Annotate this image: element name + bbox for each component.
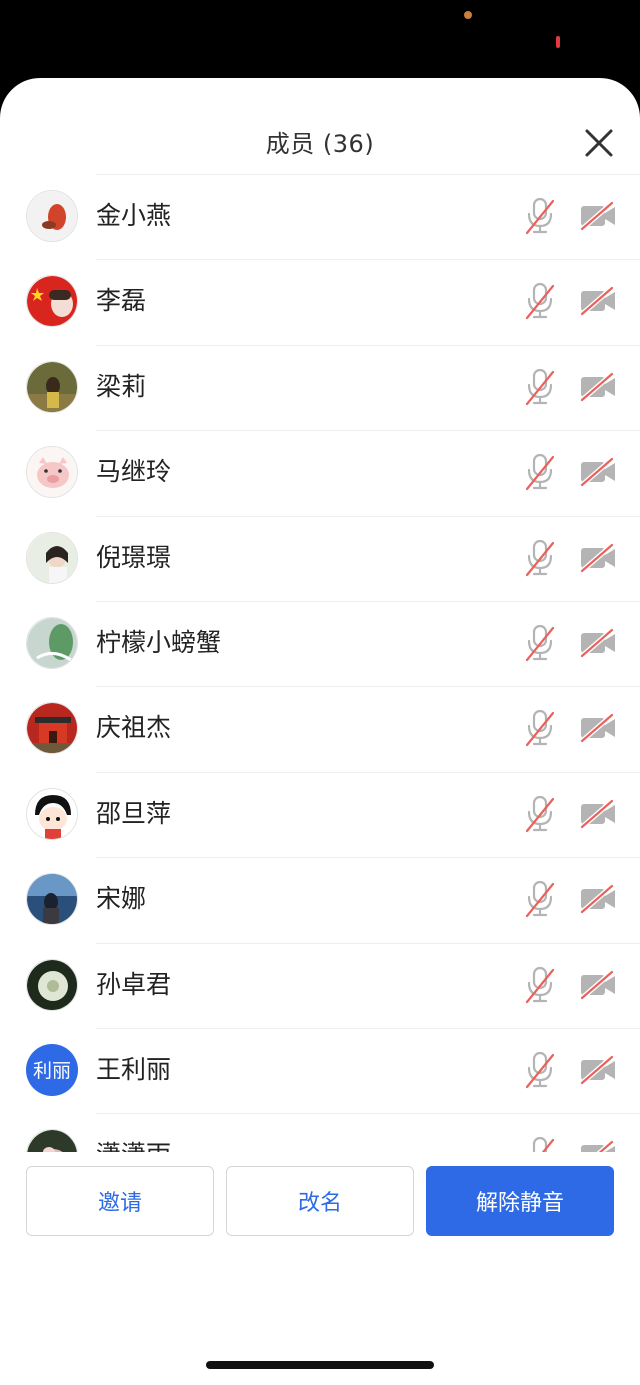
member-name: 孙卓君 bbox=[96, 969, 172, 999]
member-name: 王利丽 bbox=[96, 1054, 172, 1084]
camera-off-svg bbox=[579, 883, 615, 915]
member-row[interactable]: 梁莉 bbox=[0, 344, 640, 430]
mic-muted-svg bbox=[525, 454, 555, 491]
avatar[interactable] bbox=[26, 702, 78, 755]
avatar[interactable] bbox=[26, 190, 78, 242]
mic-muted-svg bbox=[525, 881, 555, 918]
camera-off-svg bbox=[579, 627, 615, 659]
close-button[interactable] bbox=[578, 122, 620, 164]
member-row[interactable]: 柠檬小螃蟹 bbox=[0, 600, 640, 686]
member-row[interactable]: 邵旦萍 bbox=[0, 771, 640, 857]
mic-muted-icon[interactable] bbox=[524, 368, 556, 406]
mic-muted-svg bbox=[525, 368, 555, 405]
invite-button[interactable]: 邀请 bbox=[26, 1166, 214, 1236]
mic-muted-icon[interactable] bbox=[524, 282, 556, 320]
camera-off-svg bbox=[579, 798, 615, 830]
member-row[interactable]: 宋娜 bbox=[0, 857, 640, 942]
mic-muted-svg bbox=[525, 197, 555, 235]
camera-off-svg bbox=[579, 969, 615, 1001]
camera-off-icon[interactable] bbox=[578, 284, 618, 318]
member-row[interactable]: 金小燕 bbox=[0, 174, 640, 259]
member-name: 柠檬小螃蟹 bbox=[96, 627, 222, 657]
sheet-header: 成员 (36) bbox=[0, 78, 640, 174]
camera-off-icon[interactable] bbox=[578, 199, 618, 233]
mic-muted-svg bbox=[525, 710, 555, 747]
camera-off-icon[interactable] bbox=[578, 797, 618, 831]
camera-off-icon[interactable] bbox=[578, 1053, 618, 1087]
mic-muted-icon[interactable] bbox=[524, 539, 556, 577]
close-icon bbox=[585, 129, 613, 157]
camera-off-svg bbox=[579, 712, 615, 744]
avatar[interactable] bbox=[26, 531, 78, 584]
mic-muted-svg bbox=[525, 966, 555, 1003]
home-indicator bbox=[206, 1361, 434, 1369]
member-row[interactable]: 孙卓君 bbox=[0, 942, 640, 1028]
member-name: 倪璟璟 bbox=[96, 542, 172, 572]
camera-off-svg bbox=[579, 542, 615, 574]
camera-off-icon[interactable] bbox=[578, 541, 618, 575]
member-name: 李磊 bbox=[96, 286, 147, 316]
avatar[interactable] bbox=[26, 787, 78, 840]
avatar[interactable] bbox=[26, 873, 78, 926]
mic-muted-svg bbox=[525, 795, 555, 832]
member-row[interactable]: 李磊 bbox=[0, 259, 640, 344]
avatar[interactable]: 利丽 bbox=[26, 1043, 78, 1096]
camera-off-svg bbox=[579, 371, 615, 403]
member-name: 邵旦萍 bbox=[96, 798, 172, 828]
avatar[interactable] bbox=[26, 360, 78, 413]
mic-muted-svg bbox=[525, 539, 555, 576]
avatar[interactable] bbox=[26, 958, 78, 1011]
camera-off-icon[interactable] bbox=[578, 711, 618, 745]
member-row[interactable]: 庆祖杰 bbox=[0, 686, 640, 771]
camera-off-icon[interactable] bbox=[578, 455, 618, 489]
member-row[interactable]: 马继玲 bbox=[0, 430, 640, 515]
camera-off-svg bbox=[579, 200, 615, 232]
member-name: 庆祖杰 bbox=[96, 713, 172, 743]
mic-muted-icon[interactable] bbox=[524, 197, 556, 235]
mic-muted-icon[interactable] bbox=[524, 1051, 556, 1089]
camera-indicator-dot bbox=[464, 11, 472, 19]
recording-indicator bbox=[556, 36, 560, 48]
mic-muted-svg bbox=[525, 624, 555, 662]
camera-off-icon[interactable] bbox=[578, 370, 618, 404]
camera-off-svg bbox=[579, 285, 615, 317]
camera-off-svg bbox=[579, 456, 615, 488]
page-title: 成员 (36) bbox=[265, 130, 375, 158]
mic-muted-icon[interactable] bbox=[524, 966, 556, 1004]
avatar[interactable] bbox=[26, 446, 78, 499]
mic-muted-icon[interactable] bbox=[524, 624, 556, 662]
member-name: 马继玲 bbox=[96, 457, 172, 487]
member-list[interactable]: 金小燕李磊梁莉马继玲倪璟璟柠檬小螃蟹庆祖杰邵旦萍宋娜孙卓君利丽王利丽潇潇雨谢 bbox=[0, 174, 640, 1230]
member-row[interactable]: 倪璟璟 bbox=[0, 515, 640, 601]
mic-muted-svg bbox=[525, 1051, 555, 1089]
member-name: 金小燕 bbox=[96, 201, 172, 230]
camera-off-icon[interactable] bbox=[578, 626, 618, 660]
avatar[interactable] bbox=[26, 616, 78, 669]
rename-button[interactable]: 改名 bbox=[226, 1166, 414, 1236]
member-name: 宋娜 bbox=[96, 884, 147, 914]
mic-muted-icon[interactable] bbox=[524, 880, 556, 918]
mic-muted-svg bbox=[525, 283, 555, 320]
mic-muted-icon[interactable] bbox=[524, 795, 556, 833]
action-bar: 邀请 改名 解除静音 bbox=[0, 1152, 640, 1307]
member-row[interactable]: 利丽 王利丽 bbox=[0, 1027, 640, 1113]
unmute-button[interactable]: 解除静音 bbox=[426, 1166, 614, 1236]
member-name: 梁莉 bbox=[96, 371, 147, 401]
camera-off-icon[interactable] bbox=[578, 882, 618, 916]
mic-muted-icon[interactable] bbox=[524, 709, 556, 747]
avatar[interactable] bbox=[26, 275, 78, 328]
camera-off-icon[interactable] bbox=[578, 968, 618, 1002]
camera-off-svg bbox=[579, 1054, 615, 1086]
mic-muted-icon[interactable] bbox=[524, 453, 556, 491]
